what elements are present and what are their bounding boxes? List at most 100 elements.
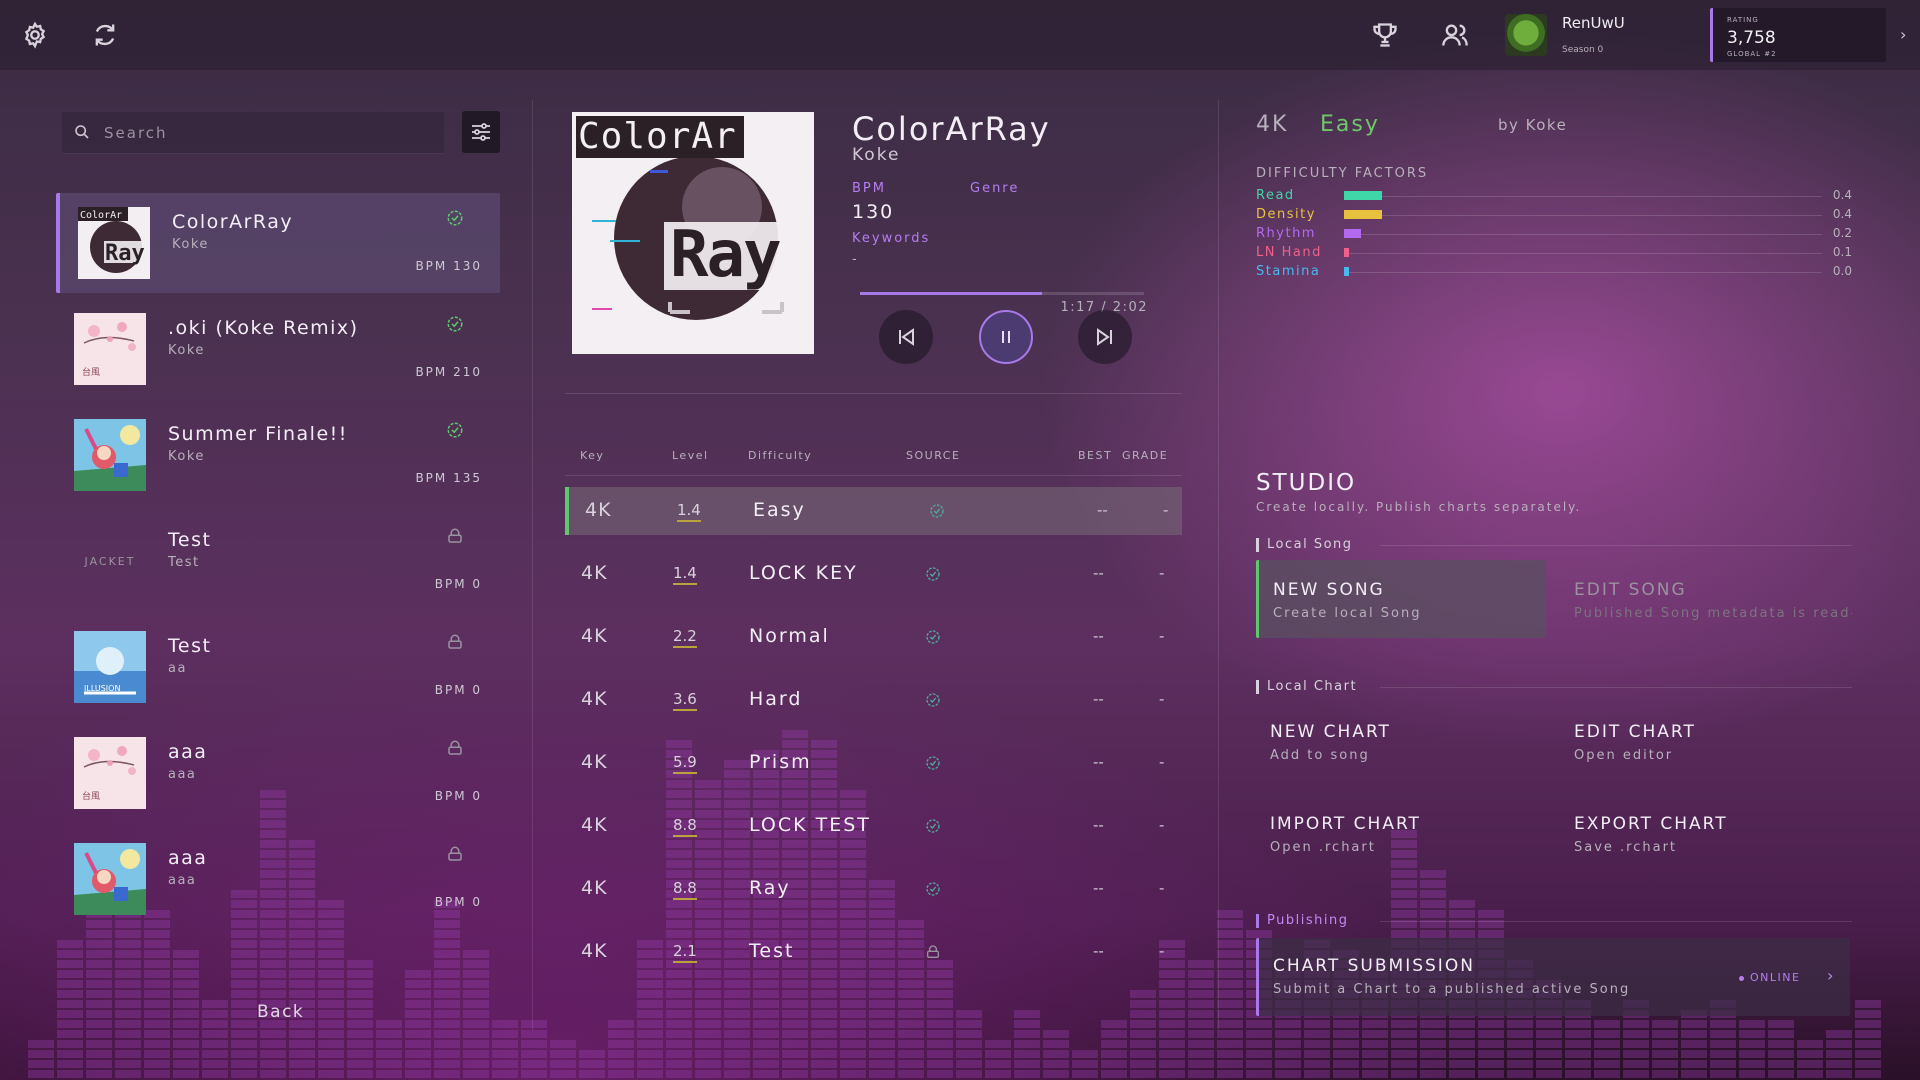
edit-song-button[interactable]: EDIT SONG Published Song metadata is rea…: [1560, 560, 1852, 638]
song-item[interactable]: Summer Finale!! Koke BPM 135: [56, 405, 500, 505]
difficulty-row[interactable]: 4K 8.8 LOCK TEST -- -: [565, 802, 1182, 850]
difficulty-row[interactable]: 4K 3.6 Hard -- -: [565, 676, 1182, 724]
factor-track: [1344, 196, 1822, 197]
row-key: 4K: [581, 877, 608, 899]
profile-season: Season 0: [1562, 45, 1604, 55]
difficulty-row[interactable]: 4K 1.4 Easy -- -: [565, 487, 1182, 535]
row-difficulty: Easy: [753, 499, 806, 521]
row-key: 4K: [581, 940, 608, 962]
edit-song-sub: Published Song metadata is read-c: [1574, 606, 1852, 621]
refresh-button[interactable]: [85, 15, 125, 55]
song-item[interactable]: ColorAr Ray ColorArRay Koke BPM 130: [56, 193, 500, 293]
avatar[interactable]: [1505, 14, 1547, 56]
previous-button[interactable]: [879, 310, 933, 364]
row-grade: -: [1159, 753, 1165, 771]
local-chart-label: Local Chart: [1256, 680, 1357, 694]
new-chart-button[interactable]: NEW CHART Add to song: [1256, 702, 1546, 780]
track-artist: Koke: [852, 145, 901, 165]
row-best: --: [1093, 942, 1104, 960]
factor-track: [1344, 234, 1822, 235]
row-difficulty: Prism: [749, 751, 812, 773]
factor-name: Read: [1256, 188, 1295, 203]
factor-bar: [1344, 229, 1361, 238]
edit-chart-button[interactable]: EDIT CHART Open editor: [1560, 702, 1850, 780]
svg-text:台風: 台風: [82, 790, 100, 802]
export-chart-button[interactable]: EXPORT CHART Save .rchart: [1560, 794, 1850, 872]
progress-bar[interactable]: [860, 292, 1144, 295]
factor-value: 0.2: [1832, 226, 1852, 240]
row-grade: -: [1159, 564, 1165, 582]
song-jacket: [74, 843, 146, 915]
publishing-label: Publishing: [1256, 914, 1348, 928]
chart-difficulty: Easy: [1320, 112, 1380, 137]
col-header-key: Key: [580, 449, 605, 462]
factor-bar: [1344, 210, 1382, 219]
refresh-icon: [95, 24, 115, 46]
settings-button[interactable]: [15, 15, 55, 55]
rating-box[interactable]: RATING 3,758 GLOBAL #2: [1710, 8, 1886, 62]
verified-icon: [925, 692, 941, 708]
col-header-level: Level: [672, 449, 709, 462]
online-status: ONLINE: [1739, 971, 1800, 984]
chart-key: 4K: [1256, 112, 1289, 137]
search-bar: [62, 112, 444, 154]
song-item[interactable]: JACKET Test Test BPM 0: [56, 511, 500, 611]
song-artist: Koke: [168, 449, 205, 464]
song-item[interactable]: 台風 .oki (Koke Remix) Koke BPM 210: [56, 299, 500, 399]
time-readout: 1:17 / 2:02: [1060, 300, 1148, 315]
song-title: aaa: [168, 847, 208, 869]
row-best: --: [1093, 564, 1104, 582]
search-input[interactable]: [104, 120, 424, 146]
track-title: ColorArRay: [852, 110, 1051, 148]
row-grade: -: [1159, 879, 1165, 897]
row-difficulty: Hard: [749, 688, 803, 710]
song-item[interactable]: aaa aaa BPM 0: [56, 829, 500, 929]
row-key: 4K: [581, 562, 608, 584]
import-chart-sub: Open .rchart: [1270, 840, 1376, 855]
pause-button[interactable]: [979, 310, 1033, 364]
edit-chart-sub: Open editor: [1574, 748, 1674, 763]
jacket-placeholder: JACKET: [84, 554, 136, 568]
song-item[interactable]: 台風 aaa aaa BPM 0: [56, 723, 500, 823]
song-bpm: BPM 135: [415, 471, 482, 485]
skip-back-icon: [899, 328, 914, 346]
row-difficulty: Test: [749, 940, 795, 962]
verified-icon: [925, 629, 941, 645]
factor-row: LN Hand 0.1: [1256, 245, 1852, 261]
edit-chart-title: EDIT CHART: [1574, 722, 1696, 742]
export-chart-sub: Save .rchart: [1574, 840, 1678, 855]
song-title: .oki (Koke Remix): [168, 317, 359, 339]
global-rank: GLOBAL #2: [1727, 50, 1777, 58]
chart-author: by Koke: [1498, 116, 1568, 134]
song-item[interactable]: ILLUSION Test aa BPM 0: [56, 617, 500, 717]
song-jacket: [74, 419, 146, 491]
new-song-button[interactable]: NEW SONG Create local Song: [1256, 560, 1546, 638]
profile-name[interactable]: RenUwU: [1562, 14, 1625, 32]
song-title: Summer Finale!!: [168, 423, 348, 445]
chart-submission-sub: Submit a Chart to a published active Son…: [1273, 982, 1631, 997]
row-key: 4K: [581, 688, 608, 710]
difficulty-row[interactable]: 4K 2.2 Normal -- -: [565, 613, 1182, 661]
row-difficulty: Ray: [749, 877, 791, 899]
difficulty-row[interactable]: 4K 8.8 Ray -- -: [565, 865, 1182, 913]
chevron-right-icon[interactable]: ›: [1900, 25, 1906, 44]
difficulty-row[interactable]: 4K 5.9 Prism -- -: [565, 739, 1182, 787]
factor-row: Density 0.4: [1256, 207, 1852, 223]
chart-submission-button[interactable]: CHART SUBMISSION Submit a Chart to a pub…: [1256, 938, 1850, 1016]
row-grade: -: [1159, 690, 1165, 708]
difficulty-row[interactable]: 4K 2.1 Test -- -: [565, 928, 1182, 976]
row-best: --: [1093, 879, 1104, 897]
lock-icon: [446, 845, 464, 863]
filter-button[interactable]: [462, 111, 500, 153]
song-title: Test: [168, 529, 212, 551]
difficulty-row[interactable]: 4K 1.4 LOCK KEY -- -: [565, 550, 1182, 598]
row-best: --: [1093, 690, 1104, 708]
back-button[interactable]: Back: [257, 1002, 304, 1022]
skip-forward-icon: [1097, 328, 1112, 346]
import-chart-button[interactable]: IMPORT CHART Open .rchart: [1256, 794, 1546, 872]
friends-button[interactable]: [1435, 15, 1475, 55]
row-difficulty: Normal: [749, 625, 830, 647]
leaderboard-button[interactable]: [1365, 15, 1405, 55]
next-button[interactable]: [1078, 310, 1132, 364]
row-level: 2.2: [673, 627, 697, 648]
